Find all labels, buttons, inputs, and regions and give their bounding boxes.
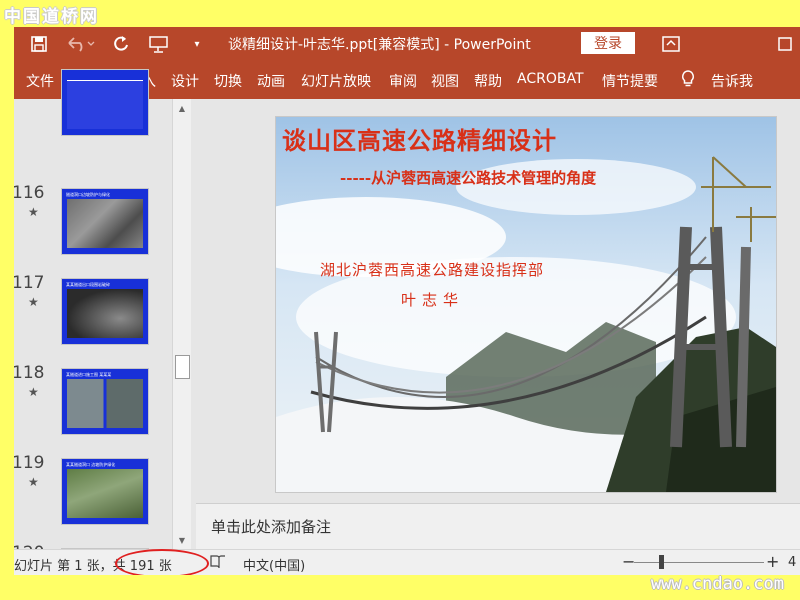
slide-number: 119 bbox=[14, 453, 45, 473]
tab-help[interactable]: 帮助 bbox=[474, 71, 502, 91]
save-icon[interactable] bbox=[28, 34, 50, 54]
scroll-thumb[interactable] bbox=[175, 355, 190, 379]
watermark-top: 中国道桥网 bbox=[4, 7, 99, 27]
slide-author[interactable]: 叶志华 bbox=[401, 289, 464, 310]
zoom-level[interactable]: 4 bbox=[788, 555, 796, 570]
slide-organization[interactable]: 湖北沪蓉西高速公路建设指挥部 bbox=[320, 259, 544, 280]
thumbnail-picture bbox=[67, 289, 143, 338]
tab-review[interactable]: 审阅 bbox=[389, 71, 417, 91]
thumbnail-scrollbar[interactable]: ▲ ▼ bbox=[172, 99, 191, 549]
watermark-bottom: www.cndao.com bbox=[650, 574, 784, 594]
tab-animations[interactable]: 动画 bbox=[257, 71, 285, 91]
redo-icon[interactable] bbox=[110, 34, 132, 54]
slide-thumbnail[interactable]: 隧道洞口边坡防护与绿化 bbox=[61, 188, 149, 255]
notes-placeholder: 单击此处添加备注 bbox=[211, 518, 332, 536]
presenter-icon[interactable] bbox=[146, 34, 172, 54]
slide-thumbnail-pane: 116 ★ 隧道洞口边坡防护与绿化 117 ★ 某某隧道出口段围岩破碎 118 … bbox=[14, 69, 196, 575]
slide-number: 117 bbox=[14, 273, 45, 293]
tab-slideshow[interactable]: 幻灯片放映 bbox=[301, 71, 371, 91]
customize-icon[interactable]: ▾ bbox=[186, 34, 208, 54]
animation-star-icon: ★ bbox=[28, 205, 39, 219]
maximize-icon[interactable] bbox=[774, 34, 796, 54]
spell-check-icon[interactable] bbox=[209, 554, 227, 574]
tab-file[interactable]: 文件 bbox=[26, 71, 54, 91]
slide-subtitle[interactable]: -----从沪蓉西高速公路技术管理的角度 bbox=[340, 167, 596, 188]
slide-thumbnail[interactable]: 某隧道进口施工图 某某某 bbox=[61, 368, 149, 435]
undo-icon[interactable] bbox=[64, 34, 98, 54]
zoom-slider-knob[interactable] bbox=[659, 555, 664, 569]
title-bar: ▾ 谈精细设计-叶志华.ppt[兼容模式] - PowerPoint 登录 bbox=[14, 27, 800, 61]
slide-number: 116 bbox=[14, 183, 45, 203]
lightbulb-icon[interactable] bbox=[680, 69, 696, 93]
animation-star-icon: ★ bbox=[28, 475, 39, 489]
tab-view[interactable]: 视图 bbox=[431, 71, 459, 91]
thumbnail-caption: 某某隧道洞口 边坡防护绿化 bbox=[66, 462, 116, 467]
animation-star-icon: ★ bbox=[28, 385, 39, 399]
slide-thumbnail[interactable]: 某某隧道出口段围岩破碎 bbox=[61, 278, 149, 345]
thumbnail-picture bbox=[67, 469, 143, 518]
thumbnail-caption: 某某隧道出口段围岩破碎 bbox=[66, 282, 110, 287]
language-indicator[interactable]: 中文(中国) bbox=[243, 555, 305, 574]
highlight-circle bbox=[115, 549, 209, 575]
scroll-down-icon[interactable]: ▼ bbox=[173, 531, 191, 549]
zoom-slider[interactable] bbox=[634, 562, 764, 563]
restore-ribbon-icon[interactable] bbox=[660, 34, 682, 54]
zoom-in-button[interactable]: + bbox=[766, 552, 779, 571]
thumbnail-picture bbox=[67, 80, 143, 129]
slide-number: 118 bbox=[14, 363, 45, 383]
tell-me-search[interactable]: 告诉我 bbox=[711, 71, 753, 91]
slide-thumbnail[interactable]: 某某隧道洞口 边坡防护绿化 bbox=[61, 458, 149, 525]
thumbnail-caption: 某隧道进口施工图 某某某 bbox=[66, 372, 112, 377]
tab-acrobat[interactable]: ACROBAT bbox=[517, 71, 584, 87]
tab-storyboard[interactable]: 情节提要 bbox=[602, 71, 658, 91]
current-slide[interactable]: 谈山区高速公路精细设计 -----从沪蓉西高速公路技术管理的角度 湖北沪蓉西高速… bbox=[275, 116, 777, 493]
thumbnail-picture bbox=[67, 199, 143, 248]
notes-pane[interactable]: 单击此处添加备注 bbox=[196, 503, 800, 550]
scroll-up-icon[interactable]: ▲ bbox=[173, 99, 191, 117]
status-bar: 幻灯片 第 1 张，共 191 张 中文(中国) − + 4 bbox=[14, 549, 800, 575]
window-title: 谈精细设计-叶志华.ppt[兼容模式] - PowerPoint bbox=[228, 37, 531, 53]
powerpoint-window: ▾ 谈精细设计-叶志华.ppt[兼容模式] - PowerPoint 登录 文件… bbox=[14, 27, 800, 575]
thumbnail-picture bbox=[67, 379, 143, 428]
animation-star-icon: ★ bbox=[28, 295, 39, 309]
tab-transitions[interactable]: 切换 bbox=[214, 71, 242, 91]
slide-title[interactable]: 谈山区高速公路精细设计 bbox=[282, 121, 557, 156]
thumbnail-caption: 隧道洞口边坡防护与绿化 bbox=[66, 192, 110, 197]
slide-editor: 谈山区高速公路精细设计 -----从沪蓉西高速公路技术管理的角度 湖北沪蓉西高速… bbox=[196, 99, 800, 503]
login-button[interactable]: 登录 bbox=[581, 32, 635, 54]
tab-design[interactable]: 设计 bbox=[171, 71, 199, 91]
slide-thumbnail[interactable] bbox=[61, 69, 149, 136]
thumbnail-caption bbox=[66, 73, 144, 78]
